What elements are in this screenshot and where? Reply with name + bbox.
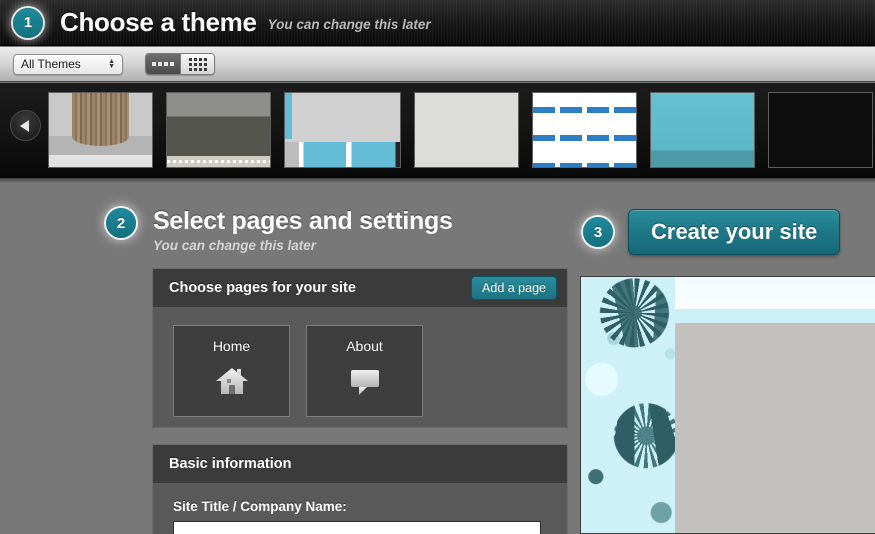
step1-header: 1 Choose a theme You can change this lat…: [0, 0, 875, 46]
choose-pages-panel: Choose pages for your site Add a page Ho…: [152, 268, 568, 428]
theme-thumbnail[interactable]: [284, 92, 401, 168]
theme-thumbnail[interactable]: [166, 92, 271, 168]
choose-pages-header: Choose pages for your site Add a page: [153, 269, 567, 307]
theme-thumbnail[interactable]: [650, 92, 755, 168]
view-list-button[interactable]: [146, 54, 180, 74]
view-mode-toggle[interactable]: [145, 53, 215, 75]
basic-information-header: Basic information: [153, 445, 567, 483]
strip-shadow: [0, 178, 875, 183]
step2-subtitle: You can change this later: [153, 238, 317, 253]
step1-title: Choose a theme: [60, 7, 257, 37]
chevron-left-icon: [20, 119, 29, 132]
house-icon: [215, 366, 249, 401]
add-page-button[interactable]: Add a page: [471, 276, 557, 300]
preview-header-band: [675, 277, 875, 309]
theme-preview[interactable]: [580, 276, 875, 534]
create-site-button[interactable]: Create your site: [628, 209, 841, 255]
step3-badge: 3: [583, 217, 613, 247]
stepper-arrows-icon: ▲ ▼: [108, 58, 115, 70]
speech-bubble-icon: [348, 366, 382, 401]
step1-subtitle: You can change this later: [267, 17, 431, 32]
basic-information-panel: Basic information Site Title / Company N…: [152, 444, 568, 534]
list-view-icon: [152, 62, 174, 66]
theme-thumbnail[interactable]: [48, 92, 153, 168]
site-title-input[interactable]: [173, 521, 541, 534]
step3-header: 3 Create your site: [583, 209, 841, 255]
choose-pages-title: Choose pages for your site: [169, 280, 356, 296]
preview-content-area: [675, 323, 875, 533]
step2-header: 2 Select pages and settings You can chan…: [106, 208, 453, 253]
theme-thumbnail[interactable]: [768, 92, 873, 168]
theme-filter-select[interactable]: All Themes ▲ ▼: [13, 53, 123, 75]
page-tile-home[interactable]: Home: [173, 325, 290, 417]
view-grid-button[interactable]: [180, 54, 214, 74]
theme-filter-value: All Themes: [21, 57, 81, 71]
theme-thumbnail[interactable]: [414, 92, 519, 168]
step2-badge: 2: [106, 208, 136, 238]
page-tile-label: About: [346, 338, 383, 354]
pages-list: Home About: [153, 307, 567, 417]
carousel-prev-button[interactable]: [10, 110, 41, 141]
theme-thumbnail-list: [48, 83, 875, 168]
theme-thumbnail[interactable]: [532, 92, 637, 168]
step1-badge: 1: [13, 7, 43, 38]
page-tile-about[interactable]: About: [306, 325, 423, 417]
theme-carousel: [0, 83, 875, 178]
grid-view-icon: [188, 57, 207, 71]
theme-toolbar: All Themes ▲ ▼: [0, 47, 875, 82]
basic-information-title: Basic information: [169, 456, 292, 472]
site-title-label: Site Title / Company Name:: [173, 499, 347, 514]
step2-title: Select pages and settings: [153, 207, 453, 235]
page-tile-label: Home: [212, 338, 251, 354]
basic-information-body: Site Title / Company Name:: [153, 483, 567, 534]
theme-chooser-page: 1 Choose a theme You can change this lat…: [0, 0, 875, 534]
